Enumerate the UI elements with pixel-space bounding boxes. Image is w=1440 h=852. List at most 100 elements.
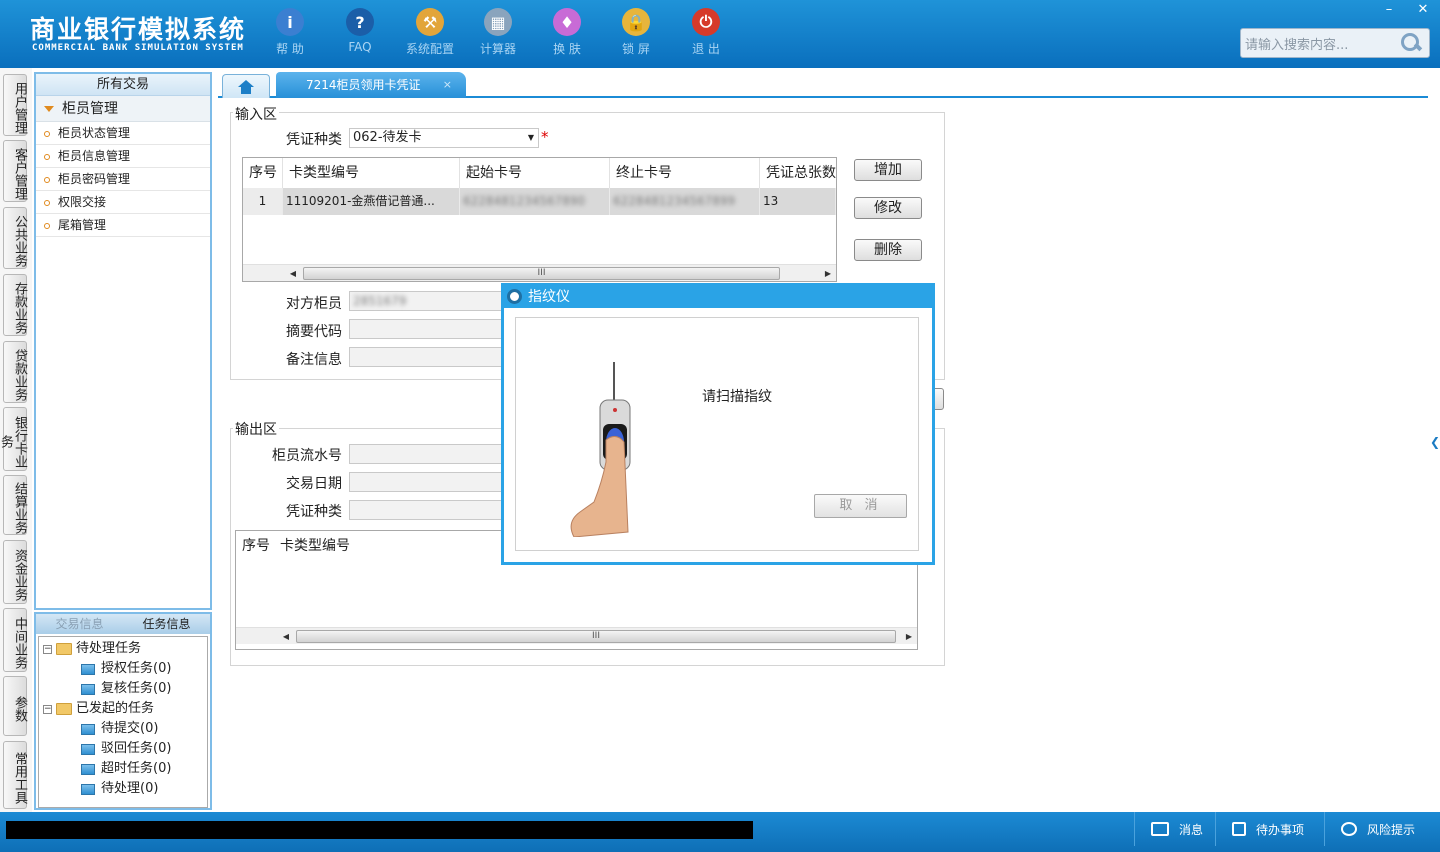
module-tab[interactable]: 参数 — [3, 676, 27, 736]
folder-icon — [56, 643, 72, 655]
tree-label: 待处理任务 — [76, 641, 142, 656]
task-panel: 交易信息 任务信息 − 待处理任务授权任务(0) 复核任务(0) − 已发起的任务 待提交… — [34, 612, 212, 810]
messages-button[interactable]: 消息 — [1134, 812, 1214, 846]
toolbar-label: 锁 屏 — [622, 42, 650, 56]
module-tab[interactable]: 客户管理 — [3, 140, 27, 202]
toolbar-button-5[interactable]: 🔒 锁 屏 — [606, 8, 666, 57]
scroll-left-icon[interactable]: ◀ — [285, 265, 301, 281]
nav-header[interactable]: 所有交易 — [36, 74, 210, 96]
toolbar-label: 帮 助 — [276, 42, 304, 56]
module-tab[interactable]: 用户管理 — [3, 74, 27, 136]
task-icon — [81, 663, 95, 675]
search-box[interactable]: 请输入搜索内容... — [1240, 28, 1430, 58]
dialog-title-bar[interactable]: 指纹仪 — [504, 286, 932, 308]
nav-group-teller[interactable]: 柜员管理 — [36, 96, 210, 122]
nav-item[interactable]: 尾箱管理 — [36, 214, 210, 237]
task-icon — [81, 763, 95, 775]
fingerprint-dialog: 指纹仪 请扫描指纹 取 消 — [501, 283, 935, 565]
collapse-icon[interactable]: − — [43, 704, 52, 714]
module-tab[interactable]: 结算业务 — [3, 475, 27, 535]
delete-button[interactable]: 删除 — [854, 239, 922, 261]
info-icon: i — [276, 8, 304, 36]
tree-item[interactable]: 超时任务(0) — [39, 759, 207, 779]
folder-icon — [56, 703, 72, 715]
toolbar-button-4[interactable]: ♦ 换 肤 — [537, 8, 597, 57]
collapse-icon[interactable]: − — [43, 644, 52, 654]
tab-home[interactable] — [222, 74, 270, 98]
module-tab[interactable]: 资金业务 — [3, 540, 27, 604]
risk-button[interactable]: 风险提示 — [1324, 812, 1440, 846]
home-icon — [238, 79, 254, 94]
close-window-button[interactable]: ✕ — [1406, 0, 1440, 18]
transaction-nav: 所有交易 柜员管理 柜员状态管理柜员信息管理 柜员密码管理权限交接尾箱管理 — [34, 72, 212, 610]
toolbar-button-2[interactable]: ⚒ 系统配置 — [400, 8, 460, 57]
nav-item[interactable]: 柜员状态管理 — [36, 122, 210, 145]
trade-date-field — [349, 472, 509, 492]
col-seq: 序号 — [243, 158, 283, 188]
counterpart-teller-field[interactable]: 2851679 — [349, 291, 509, 311]
module-tab[interactable]: 贷款业务 — [3, 341, 27, 403]
task-icon — [81, 783, 95, 795]
toolbar-label: 系统配置 — [405, 42, 454, 56]
module-tab[interactable]: 常用工具 — [3, 741, 27, 809]
module-tab[interactable]: 存款业务 — [3, 274, 27, 336]
tree-item[interactable]: 驳回任务(0) — [39, 739, 207, 759]
output-grid-header: 序号 卡类型编号 — [236, 531, 514, 561]
scroll-right-icon[interactable]: ▶ — [820, 265, 836, 281]
col-end-no: 终止卡号 — [610, 158, 760, 188]
bullet-icon — [44, 176, 50, 183]
tab-trade-info[interactable]: 交易信息 — [36, 614, 123, 634]
voucher-type-value: 062-待发卡 — [353, 130, 422, 145]
scroll-left-icon[interactable]: ◀ — [278, 628, 294, 645]
tab-7214[interactable]: 7214柜员领用卡凭证 × — [276, 72, 466, 98]
voucher-type-select[interactable]: 062-待发卡 ▼ — [349, 128, 539, 148]
close-tab-icon[interactable]: × — [443, 72, 452, 98]
cell-end-no: 6228481234567899 — [610, 188, 760, 215]
toolbox-icon: ⚒ — [416, 8, 444, 36]
nav-item-label: 权限交接 — [58, 195, 107, 209]
cancel-button[interactable]: 取 消 — [814, 494, 907, 518]
add-button[interactable]: 增加 — [854, 159, 922, 181]
input-grid-scrollbar[interactable]: ◀ III ▶ — [243, 264, 836, 281]
dropdown-arrow-icon[interactable]: ▼ — [528, 129, 534, 147]
tree-item[interactable]: 待提交(0) — [39, 719, 207, 739]
risk-label: 风险提示 — [1367, 822, 1416, 837]
module-tab[interactable]: 银行卡业务 — [0, 407, 27, 471]
scroll-thumb[interactable]: III — [296, 630, 896, 643]
toolbar-button-3[interactable]: ▦ 计算器 — [468, 8, 528, 57]
teller-serial-label: 柜员流水号 — [272, 448, 342, 464]
module-tab[interactable]: 公共业务 — [3, 207, 27, 269]
nav-item-label: 柜员状态管理 — [58, 126, 131, 140]
tree-folder[interactable]: − 已发起的任务 — [39, 699, 207, 719]
main-tab-bar: 7214柜员领用卡凭证 × — [218, 72, 1428, 98]
tree-item[interactable]: 授权任务(0) — [39, 659, 207, 679]
tree-item[interactable]: 复核任务(0) — [39, 679, 207, 699]
output-grid-scrollbar[interactable]: ◀ III ▶ — [236, 627, 917, 644]
nav-item[interactable]: 柜员密码管理 — [36, 168, 210, 191]
collapse-handle-icon[interactable]: ❮ — [1430, 420, 1440, 464]
window-controls: – ✕ — [1372, 0, 1440, 18]
table-row[interactable]: 1 11109201-金燕借记普通... 6228481234567890 62… — [243, 188, 836, 215]
toolbar-button-0[interactable]: i 帮 助 — [260, 8, 320, 57]
toolbar-button-1[interactable]: ? FAQ — [330, 8, 390, 54]
modify-button[interactable]: 修改 — [854, 197, 922, 219]
nav-item[interactable]: 权限交接 — [36, 191, 210, 214]
search-icon[interactable] — [1399, 31, 1423, 55]
tree-folder[interactable]: − 待处理任务 — [39, 639, 207, 659]
shirt-icon: ♦ — [553, 8, 581, 36]
tab-task-info[interactable]: 任务信息 — [123, 614, 210, 634]
nav-items: 柜员状态管理柜员信息管理 柜员密码管理权限交接尾箱管理 — [36, 122, 210, 237]
search-input[interactable]: 请输入搜索内容... — [1241, 34, 1399, 53]
minimize-button[interactable]: – — [1372, 0, 1406, 18]
todo-button[interactable]: 待办事项 — [1215, 812, 1323, 846]
module-tab[interactable]: 中间业务 — [3, 608, 27, 672]
input-section-label: 输入区 — [233, 104, 279, 124]
tree-item[interactable]: 待处理(0) — [39, 779, 207, 799]
scroll-right-icon[interactable]: ▶ — [901, 628, 917, 645]
scroll-thumb[interactable]: III — [303, 267, 780, 280]
nav-item[interactable]: 柜员信息管理 — [36, 145, 210, 168]
toolbar-button-6[interactable]: ⏻ 退 出 — [676, 8, 736, 57]
toolbar-label: FAQ — [348, 40, 372, 54]
remark-field[interactable] — [349, 347, 509, 367]
summary-code-field[interactable] — [349, 319, 509, 339]
